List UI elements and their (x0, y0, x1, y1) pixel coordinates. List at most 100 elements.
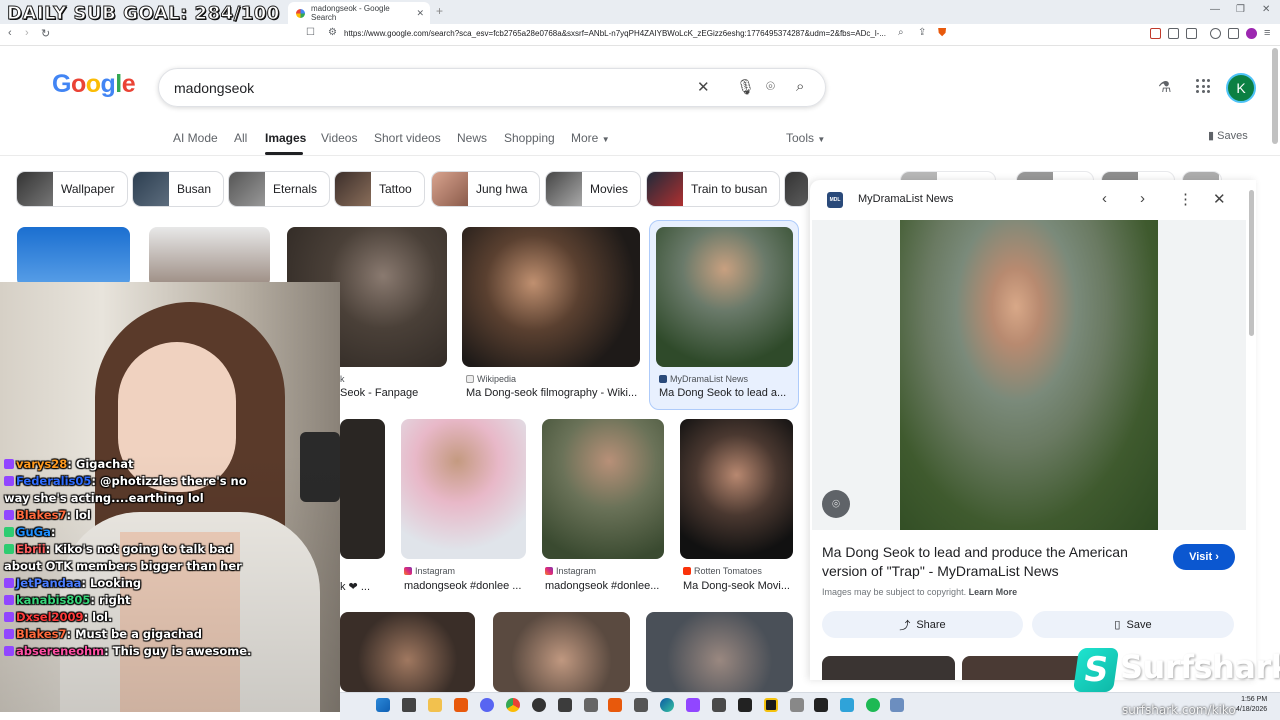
tab-short-videos[interactable]: Short videos (374, 131, 441, 145)
learn-more-link[interactable]: Learn More (969, 587, 1018, 597)
labs-flask-icon[interactable]: ⚗ (1158, 78, 1171, 96)
result-title[interactable]: madongseok #donlee ... (404, 580, 528, 592)
result-title[interactable]: Ma Dong Seok to lead a... (659, 387, 793, 399)
related-image[interactable] (822, 656, 955, 680)
image-result[interactable] (17, 227, 130, 287)
lens-search-icon[interactable]: ⌾ (822, 490, 850, 518)
app-icon[interactable] (840, 698, 854, 712)
result-title[interactable]: madongseok #donlee... (545, 580, 665, 592)
forward-icon[interactable]: › (25, 27, 29, 39)
preview-image[interactable] (900, 220, 1158, 530)
result-title[interactable]: k ❤ ... (340, 580, 385, 593)
chip-movies[interactable]: Movies (545, 171, 642, 207)
tab-images[interactable]: Images (265, 131, 306, 145)
brave-icon[interactable] (608, 698, 622, 712)
app-icon[interactable] (712, 698, 726, 712)
image-result[interactable] (656, 227, 793, 367)
chip-eternals[interactable]: Eternals (228, 171, 331, 207)
zoom-icon[interactable]: ⌕ (898, 27, 904, 38)
tab-all[interactable]: All (234, 131, 247, 145)
terminal-icon[interactable] (814, 698, 828, 712)
clear-icon[interactable]: ✕ (697, 78, 710, 96)
window-close-icon[interactable]: ✕ (1262, 4, 1270, 15)
chip-tattoo[interactable]: Tattoo (334, 171, 425, 207)
share-button[interactable]: ⤴ Share (822, 611, 1023, 638)
image-result[interactable] (340, 419, 385, 559)
image-result[interactable] (646, 612, 793, 692)
result-title[interactable]: Seok - Fanpage (340, 387, 450, 399)
tab-ai-mode[interactable]: AI Mode (173, 131, 218, 145)
new-tab-icon[interactable]: + (436, 4, 443, 18)
tab-shopping[interactable]: Shopping (504, 131, 555, 145)
camera-search-icon[interactable]: ⌾ (766, 78, 775, 95)
app-icon[interactable] (558, 698, 572, 712)
reload-icon[interactable]: ↻ (41, 27, 50, 40)
saves-button[interactable]: ▮ Saves (1208, 129, 1248, 142)
search-input[interactable]: madongseok (174, 80, 254, 96)
extension-icon[interactable] (1150, 28, 1161, 39)
menu-icon[interactable]: ≡ (1264, 27, 1270, 39)
app-icon[interactable] (790, 698, 804, 712)
windows-start-icon[interactable] (376, 698, 390, 712)
tab-more[interactable]: More ▼ (571, 131, 610, 145)
image-result[interactable] (340, 612, 475, 692)
tab-news[interactable]: News (457, 131, 487, 145)
tab-close-icon[interactable]: ✕ (416, 8, 424, 19)
image-result[interactable] (680, 419, 793, 559)
save-button[interactable]: ▯ Save (1032, 611, 1234, 638)
previous-icon[interactable]: ‹ (1102, 190, 1107, 207)
page-scrollbar[interactable] (1272, 48, 1278, 144)
twitch-icon[interactable] (686, 698, 700, 712)
edge-icon[interactable] (660, 698, 674, 712)
extension-icon[interactable] (1186, 28, 1197, 39)
url-field[interactable]: https://www.google.com/search?sca_esv=fc… (344, 29, 892, 42)
bookmark-icon[interactable]: ☐ (306, 27, 315, 38)
image-result[interactable] (149, 227, 270, 287)
mic-icon[interactable]: 🎙 (736, 78, 755, 96)
app-icon[interactable] (890, 698, 904, 712)
app-icon[interactable] (584, 698, 598, 712)
avatar[interactable]: K (1226, 73, 1256, 103)
maximize-icon[interactable]: ❐ (1236, 4, 1245, 15)
result-title[interactable]: Ma Dong-seok filmography - Wiki... (466, 387, 641, 399)
image-result[interactable] (401, 419, 526, 559)
more-options-icon[interactable]: ⋮ (1178, 190, 1193, 208)
panel-scrollbar[interactable] (1249, 190, 1254, 336)
spotify-icon[interactable] (866, 698, 880, 712)
sidebar-icon[interactable] (1228, 28, 1239, 39)
chip-train-to-busan[interactable]: Train to busan (646, 171, 781, 207)
chip-more[interactable] (784, 171, 808, 207)
app-icon[interactable] (634, 698, 648, 712)
tab-videos[interactable]: Videos (321, 131, 357, 145)
app-icon[interactable] (764, 698, 778, 712)
obs-icon[interactable] (532, 698, 546, 712)
result-title[interactable]: Ma Dong-seok Movi... (683, 580, 795, 592)
brave-icon[interactable] (454, 698, 468, 712)
image-result[interactable] (462, 227, 640, 367)
site-settings-icon[interactable]: ⚙ (328, 27, 337, 38)
panel-source[interactable]: MyDramaList News (858, 193, 953, 205)
preview-title[interactable]: Ma Dong Seok to lead and produce the Ame… (822, 543, 1142, 581)
taskbar-clock[interactable]: 1:56 PM 4/18/2026 (1236, 695, 1267, 715)
chip-busan[interactable]: Busan (132, 171, 225, 207)
next-icon[interactable]: › (1140, 190, 1145, 207)
terminal-icon[interactable] (738, 698, 752, 712)
google-logo[interactable]: Google (52, 70, 136, 99)
discord-icon[interactable] (480, 698, 494, 712)
task-view-icon[interactable] (402, 698, 416, 712)
close-panel-icon[interactable]: ✕ (1213, 190, 1226, 208)
media-icon[interactable] (1210, 28, 1221, 39)
search-box[interactable] (158, 68, 826, 107)
image-result[interactable] (493, 612, 630, 692)
minimize-icon[interactable]: — (1210, 4, 1220, 15)
chip-jung-hwa[interactable]: Jung hwa (431, 171, 541, 207)
chip-wallpaper[interactable]: Wallpaper (16, 171, 128, 207)
visit-button[interactable]: Visit › (1173, 544, 1235, 570)
tools-button[interactable]: Tools ▼ (786, 131, 825, 145)
chrome-icon[interactable] (506, 698, 520, 712)
extension-icon[interactable] (1168, 28, 1179, 39)
browser-tab[interactable]: madongseok - Google Search ✕ (288, 2, 430, 24)
share-page-icon[interactable]: ⇪ (918, 27, 926, 38)
apps-grid-icon[interactable] (1196, 79, 1210, 93)
profile-icon[interactable] (1246, 28, 1257, 39)
